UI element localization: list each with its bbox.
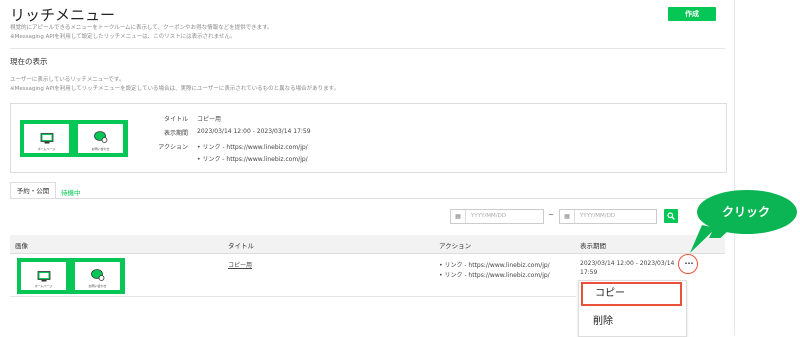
tab-underline [10, 198, 725, 199]
start-date-input[interactable]: ▦ YYYY/MM/DD [450, 209, 544, 224]
search-icon [667, 212, 675, 220]
context-menu: コピー 削除 [578, 280, 687, 337]
tab-scheduled[interactable]: 予約・公開 [10, 182, 56, 199]
thumb-tile-contact-label: お問い合わせ [88, 284, 107, 288]
calendar-icon: ▦ [560, 210, 575, 223]
tab-scheduled-label: 予約・公開 [16, 187, 50, 195]
calendar-icon: ▦ [451, 210, 466, 223]
menu-item-copy[interactable]: コピー [581, 282, 682, 306]
click-callout-text: クリック [721, 205, 770, 219]
period-key: 表示期間 [163, 130, 188, 137]
column-header-image: 画像 [15, 242, 28, 250]
create-button[interactable]: 作成 [668, 7, 716, 21]
table-bottom-border [10, 296, 576, 297]
current-display-note-2: ※Messaging APIを利用してリッチメニューを設定している場合は、実際に… [10, 86, 340, 92]
action-item: • リンク - https://www.linebiz.com/jp/ [197, 144, 308, 151]
thumb-tile-home: ホームページ [21, 262, 66, 290]
start-date-placeholder: YYYY/MM/DD [471, 213, 507, 219]
thumb-tile-home-label: ホームページ [37, 147, 56, 151]
thumb-tile-contact-label: お問い合わせ [91, 147, 110, 151]
row-action-item: • リンク - https://www.linebiz.com/jp/ [439, 272, 550, 279]
current-menu-card: ホームページ お問い合わせ タイトル コピー用 表示期間 2023/03/14 … [10, 103, 727, 173]
row-title-link[interactable]: コピー用 [228, 260, 252, 269]
chat-bubble-icon [93, 128, 108, 147]
column-header-action: アクション [439, 242, 472, 250]
row-action-item: • リンク - https://www.linebiz.com/jp/ [439, 262, 550, 269]
title-value: コピー用 [197, 116, 222, 123]
row-period-line-1: 2023/03/14 12:00 - 2023/03/14 [580, 260, 675, 267]
tab-waiting[interactable]: 待機中 [61, 187, 81, 197]
description-line-1: 視覚的にアピールできるメニューをトークルームに表示して、クーポンやお得な情報など… [10, 25, 273, 31]
menu-item-delete[interactable]: 削除 [593, 312, 613, 327]
callout-tail [690, 225, 716, 253]
table-header: 画像 タイトル アクション 表示期間 [10, 235, 725, 254]
more-options-button[interactable]: ··· [680, 256, 698, 274]
date-range-separator: ~ [548, 211, 554, 219]
row-period-line-2: 17:59 [580, 269, 598, 276]
search-button[interactable] [664, 209, 678, 223]
period-value: 2023/03/14 12:00 - 2023/03/14 17:59 [197, 128, 311, 135]
thumb-tile-contact: お問い合わせ [75, 262, 120, 290]
thumb-tile-home: ホームページ [24, 124, 69, 153]
monitor-icon [40, 129, 53, 148]
thumb-tile-home-label: ホームページ [34, 284, 53, 288]
column-header-title: タイトル [228, 242, 254, 250]
page-title: リッチメニュー [10, 6, 116, 24]
end-date-placeholder: YYYY/MM/DD [580, 213, 616, 219]
thumb-tile-contact: お問い合わせ [78, 124, 123, 153]
chat-bubble-icon [90, 266, 105, 285]
divider [10, 48, 725, 49]
rich-menu-thumbnail: ホームページ お問い合わせ [20, 120, 128, 157]
rich-menu-thumbnail[interactable]: ホームページ お問い合わせ [17, 258, 125, 294]
column-header-period: 表示期間 [580, 242, 606, 250]
current-display-heading: 現在の表示 [10, 57, 48, 66]
action-key: アクション [158, 144, 188, 151]
current-display-note-1: ユーザーに表示しているリッチメニューです。 [10, 77, 125, 83]
description-line-2: ※Messaging APIを利用して設定したリッチメニューは、このリストには表… [10, 34, 236, 40]
title-key: タイトル [163, 116, 188, 123]
action-item: • リンク - https://www.linebiz.com/jp/ [197, 156, 308, 163]
end-date-input[interactable]: ▦ YYYY/MM/DD [559, 209, 657, 224]
